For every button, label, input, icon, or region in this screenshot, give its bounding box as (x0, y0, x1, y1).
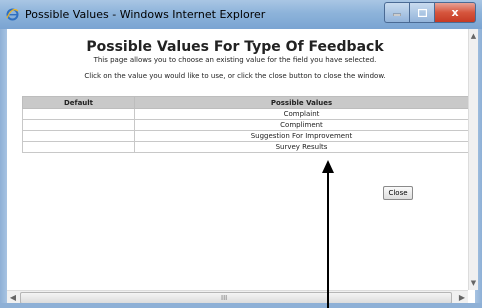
close-window-button[interactable]: x (434, 2, 476, 23)
horizontal-scrollbar[interactable]: ◀ III ▶ (7, 290, 468, 304)
page-content: Possible Values For Type Of Feedback Thi… (7, 29, 468, 290)
annotation-arrow-line (327, 172, 329, 308)
window-frame-bottom (0, 303, 482, 308)
default-cell (22, 108, 135, 120)
default-cell (22, 141, 135, 153)
table-row[interactable]: Survey Results (22, 141, 468, 153)
table-header-row: Default Possible Values (22, 96, 468, 109)
minimize-button[interactable] (384, 2, 409, 23)
scroll-down-icon[interactable]: ▼ (469, 278, 478, 288)
table-row[interactable]: Suggestion For Improvement (22, 130, 468, 142)
value-cell-survey-results[interactable]: Survey Results (134, 141, 468, 153)
page-description: This page allows you to choose an existi… (93, 56, 377, 64)
scroll-up-icon[interactable]: ▲ (469, 31, 478, 41)
ie-window: Possible Values - Windows Internet Explo… (0, 0, 482, 308)
window-controls: x (384, 2, 476, 23)
value-cell-compliment[interactable]: Compliment (134, 119, 468, 131)
internet-explorer-icon (6, 8, 19, 21)
table-row[interactable]: Complaint (22, 108, 468, 120)
minimize-icon (393, 13, 401, 16)
column-header-default: Default (22, 96, 135, 109)
page-instruction: Click on the value you would like to use… (84, 72, 386, 80)
vertical-scrollbar[interactable]: ▲ ▼ (468, 29, 478, 290)
page-title: Possible Values For Type Of Feedback (86, 39, 384, 55)
possible-values-table: Default Possible Values Complaint Compli… (22, 96, 468, 153)
window-frame-left (0, 29, 7, 308)
maximize-button[interactable] (409, 2, 434, 23)
table-row[interactable]: Compliment (22, 119, 468, 131)
column-header-possible-values: Possible Values (134, 96, 468, 109)
maximize-icon (417, 8, 427, 17)
scroll-grip: III (221, 294, 228, 302)
default-cell (22, 130, 135, 142)
window-title: Possible Values - Windows Internet Explo… (25, 8, 266, 21)
close-button[interactable]: Close (383, 186, 413, 200)
value-cell-complaint[interactable]: Complaint (134, 108, 468, 120)
default-cell (22, 119, 135, 131)
close-icon: x (451, 6, 459, 19)
title-bar[interactable]: Possible Values - Windows Internet Explo… (0, 0, 482, 30)
value-cell-suggestion[interactable]: Suggestion For Improvement (134, 130, 468, 142)
